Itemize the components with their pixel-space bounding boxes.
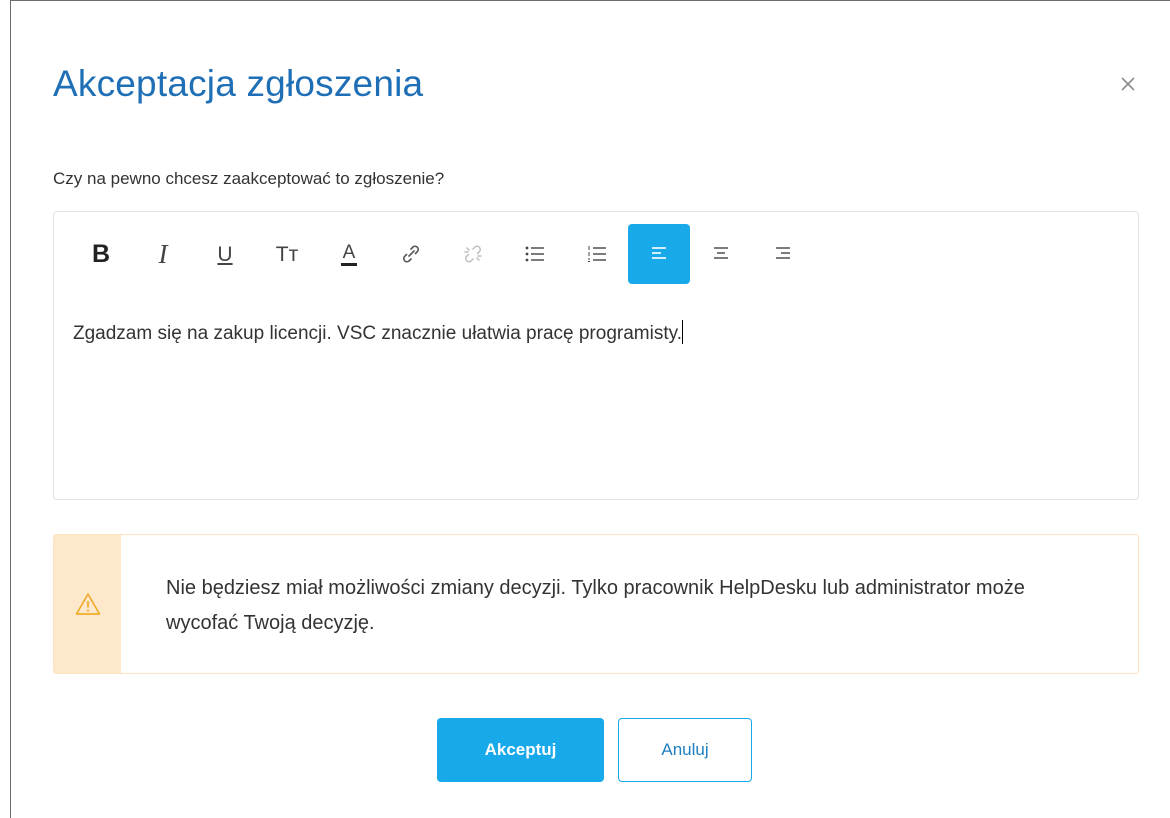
- editor-toolbar: B I U Tт A: [70, 224, 814, 284]
- text-size-icon: Tт: [275, 242, 299, 266]
- align-center-icon: [714, 247, 728, 259]
- dialog-title: Akceptacja zgłoszenia: [53, 63, 424, 104]
- link-button[interactable]: [380, 224, 442, 284]
- unlink-button[interactable]: [442, 224, 504, 284]
- underline-icon: U: [217, 242, 233, 266]
- accept-request-dialog: Akceptacja zgłoszenia Czy na pewno chces…: [10, 0, 1170, 818]
- bulleted-list-icon: [525, 246, 544, 262]
- warning-alert: Nie będziesz miał możliwości zmiany decy…: [53, 534, 1139, 674]
- warning-icon: [75, 593, 100, 615]
- confirmation-question: Czy na pewno chcesz zaakceptować to zgło…: [53, 169, 445, 188]
- link-icon: [403, 245, 419, 263]
- alert-icon-panel: [54, 535, 121, 673]
- accept-button[interactable]: Akceptuj: [437, 718, 604, 782]
- align-left-button[interactable]: [628, 224, 690, 284]
- align-right-button[interactable]: [752, 224, 814, 284]
- editor-content[interactable]: Zgadzam się na zakup licencji. VSC znacz…: [73, 320, 683, 345]
- bulleted-list-button[interactable]: [504, 224, 566, 284]
- editor-text: Zgadzam się na zakup licencji. VSC znacz…: [73, 323, 682, 344]
- alert-message: Nie będziesz miał możliwości zmiany decy…: [166, 577, 1025, 634]
- underline-button[interactable]: U: [194, 224, 256, 284]
- font-size-button[interactable]: Tт: [256, 224, 318, 284]
- cancel-button[interactable]: Anuluj: [618, 718, 752, 782]
- rich-text-editor[interactable]: B I U Tт A Zgadzam się na zakup licencji…: [53, 211, 1139, 500]
- align-right-icon: [776, 247, 790, 259]
- close-button[interactable]: [1113, 69, 1143, 99]
- align-center-button[interactable]: [690, 224, 752, 284]
- text-caret: [681, 320, 683, 344]
- numbered-list-button[interactable]: [566, 224, 628, 284]
- unlink-icon: [464, 245, 482, 263]
- bold-icon: B: [91, 239, 111, 268]
- align-left-icon: [652, 247, 666, 259]
- bold-button[interactable]: B: [70, 224, 132, 284]
- italic-icon: I: [158, 238, 168, 269]
- font-color-button[interactable]: A: [318, 224, 380, 284]
- italic-button[interactable]: I: [132, 224, 194, 284]
- numbered-list-icon: [588, 246, 606, 262]
- close-icon[interactable]: [1113, 69, 1143, 99]
- font-color-icon: A: [341, 243, 357, 266]
